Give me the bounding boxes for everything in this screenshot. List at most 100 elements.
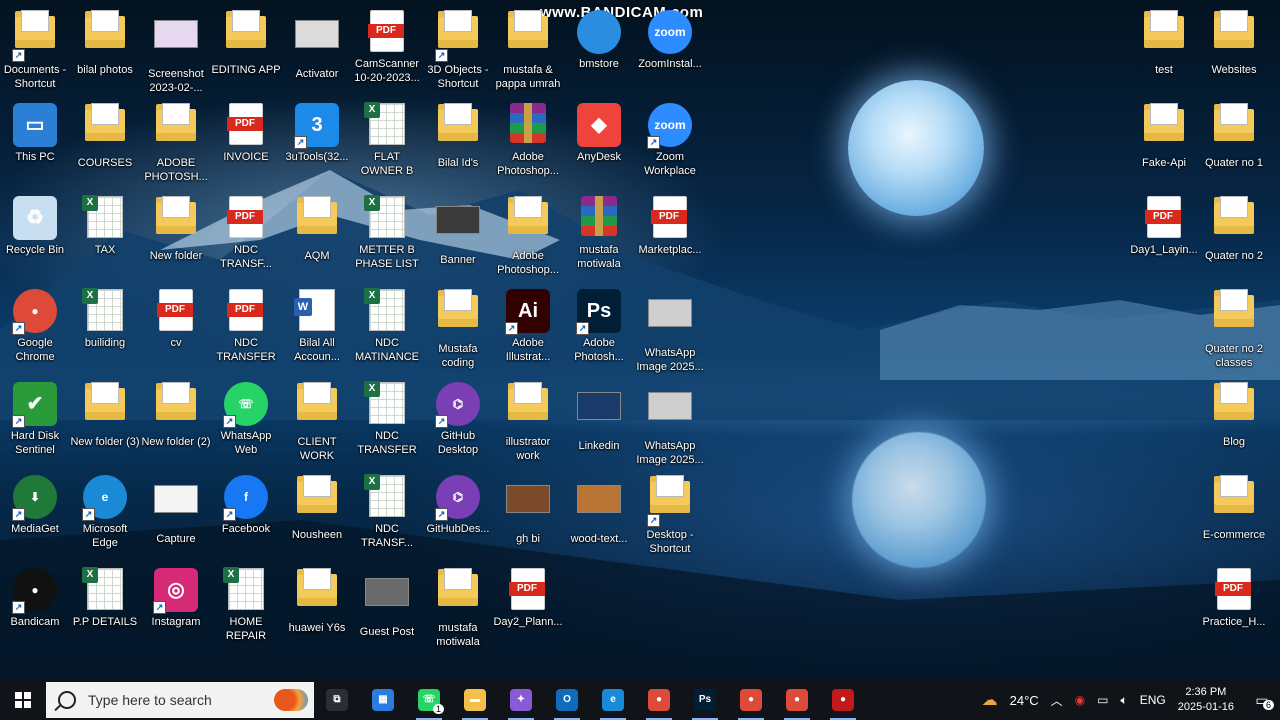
taskbar-app-chrome-profile-2[interactable]: ● bbox=[774, 680, 820, 720]
desktop-icon-ndc-transfer[interactable]: PDF NDC TRANSFER bbox=[211, 285, 281, 378]
desktop-icon-flat-owner-b-phase[interactable]: XFLAT OWNER B PHASE bbox=[352, 99, 422, 192]
desktop-icon-whatsapp-web[interactable]: ☏ ↗ WhatsApp Web bbox=[211, 378, 281, 471]
desktop-icon-3d-objects-shortcut[interactable]: ↗ 3D Objects - Shortcut bbox=[423, 6, 493, 99]
desktop-icon-editing-app[interactable]: EDITING APP bbox=[211, 6, 281, 99]
desktop-icon-courses[interactable]: COURSES bbox=[70, 99, 140, 192]
desktop-icon-hard-disk-sentinel[interactable]: ✔ ↗ Hard Disk Sentinel bbox=[0, 378, 70, 471]
desktop-icon-adobe-photoshop[interactable]: Adobe Photoshop... bbox=[493, 99, 563, 192]
desktop-icon-tax[interactable]: X TAX bbox=[70, 192, 140, 285]
desktop-icon-day2-plann[interactable]: PDF Day2_Plann... bbox=[493, 564, 563, 657]
notification-center-button[interactable]: ▭ 6 bbox=[1244, 692, 1280, 710]
desktop-icon-huawei-y6s[interactable]: huawei Y6s bbox=[282, 564, 352, 657]
desktop-icon-gh-bi[interactable]: gh bi bbox=[493, 471, 563, 564]
weather-temperature[interactable]: 24°C bbox=[1010, 693, 1039, 708]
desktop-icon-ndc-matinance[interactable]: X NDC MATINANCE bbox=[352, 285, 422, 378]
desktop-icon-client-work[interactable]: CLIENT WORK bbox=[282, 378, 352, 471]
desktop-icon-bilal-photos[interactable]: bilal photos bbox=[70, 6, 140, 99]
desktop-icon-mustafa-motiwala[interactable]: mustafa motiwala bbox=[423, 564, 493, 657]
desktop-icon-mustafa-pappa-umrah[interactable]: mustafa & pappa umrah bbox=[493, 6, 563, 99]
taskbar-app-copilot[interactable]: ✦ bbox=[498, 680, 544, 720]
desktop-icon-new-folder-2[interactable]: New folder (2) bbox=[141, 378, 211, 471]
desktop-icon-desktop-shortcut[interactable]: ↗ Desktop - Shortcut bbox=[635, 471, 705, 564]
desktop-icon-whatsapp-image-2025[interactable]: WhatsApp Image 2025... bbox=[635, 378, 705, 471]
taskbar-app-chrome-profile-1[interactable]: ● bbox=[728, 680, 774, 720]
start-button[interactable] bbox=[0, 680, 46, 720]
desktop-icon-p-p-details[interactable]: X P.P DETAILS bbox=[70, 564, 140, 657]
desktop-icon-new-folder-3[interactable]: New folder (3) bbox=[70, 378, 140, 471]
desktop-icon-e-commerce[interactable]: E-commerce bbox=[1199, 471, 1269, 564]
desktop-icon-ndc-transfer[interactable]: X NDC TRANSFER bbox=[352, 378, 422, 471]
desktop-icon-adobe-photosh[interactable]: Ps ↗ Adobe Photosh... bbox=[564, 285, 634, 378]
desktop-icon-ndc-transf[interactable]: PDF NDC TRANSF... bbox=[211, 192, 281, 285]
desktop-icon-ndc-transf[interactable]: X NDC TRANSF... bbox=[352, 471, 422, 564]
taskbar-app-task-view[interactable]: ⧉ bbox=[314, 680, 360, 720]
taskbar-app-microsoft-store[interactable]: ▦ bbox=[360, 680, 406, 720]
desktop-icon-quater-no-2-classes[interactable]: Quater no 2 classes bbox=[1199, 285, 1269, 378]
desktop-icon-banner[interactable]: Banner bbox=[423, 192, 493, 285]
desktop-icon-test[interactable]: test bbox=[1129, 6, 1199, 99]
taskbar-app-file-explorer[interactable]: ▬ bbox=[452, 680, 498, 720]
desktop-icon-nousheen[interactable]: Nousheen bbox=[282, 471, 352, 564]
desktop-icon-documents-shortcut[interactable]: ↗ Documents - Shortcut bbox=[0, 6, 70, 99]
desktop-icon-bandicam[interactable]: ● ↗ Bandicam bbox=[0, 564, 70, 657]
desktop-icon-illustrator-work[interactable]: illustrator work bbox=[493, 378, 563, 471]
desktop-icon-mediaget[interactable]: ⬇ ↗ MediaGet bbox=[0, 471, 70, 564]
show-hidden-icons-chevron-icon[interactable]: ︿ bbox=[1051, 692, 1063, 709]
desktop-icon-websites[interactable]: Websites bbox=[1199, 6, 1269, 99]
desktop-icon-bilal-all-accoun[interactable]: W Bilal All Accoun... bbox=[282, 285, 352, 378]
desktop-icon-wood-text[interactable]: wood-text... bbox=[564, 471, 634, 564]
desktop-icon-capture[interactable]: Capture bbox=[141, 471, 211, 564]
desktop-icon-mustafa-coding[interactable]: Mustafa coding bbox=[423, 285, 493, 378]
desktop-icon-activator[interactable]: Activator bbox=[282, 6, 352, 99]
desktop-icon-bilal-id-s[interactable]: Bilal Id's bbox=[423, 99, 493, 192]
taskbar-app-edge[interactable]: e bbox=[590, 680, 636, 720]
desktop-icon-anydesk[interactable]: ◆ AnyDesk bbox=[564, 99, 634, 192]
clock[interactable]: 2:36 PM 2025-01-16 bbox=[1178, 685, 1234, 715]
desktop-icon-home-repair[interactable]: X HOME REPAIR bbox=[211, 564, 281, 657]
desktop-icon-quater-no-1[interactable]: Quater no 1 bbox=[1199, 99, 1269, 192]
desktop-icon-adobe-photosh[interactable]: ADOBE PHOTOSH... bbox=[141, 99, 211, 192]
desktop-icon-google-chrome[interactable]: ● ↗ Google Chrome bbox=[0, 285, 70, 378]
desktop-icon-aqm[interactable]: AQM bbox=[282, 192, 352, 285]
desktop-icon-whatsapp-image-2025[interactable]: WhatsApp Image 2025... bbox=[635, 285, 705, 378]
taskbar-app-bandicam[interactable]: ● bbox=[820, 680, 866, 720]
desktop-icon-adobe-photoshop[interactable]: Adobe Photoshop... bbox=[493, 192, 563, 285]
desktop-icon-zoom-workplace[interactable]: zoom ↗ Zoom Workplace bbox=[635, 99, 705, 192]
desktop-icon-bmstore[interactable]: bmstore bbox=[564, 6, 634, 99]
desktop-icon-metter-b-phase-list[interactable]: X METTER B PHASE LIST bbox=[352, 192, 422, 285]
desktop-icon-fake-api[interactable]: Fake-Api bbox=[1129, 99, 1199, 192]
record-indicator-icon[interactable]: ◉ bbox=[1075, 693, 1085, 707]
desktop-icon-blog[interactable]: Blog bbox=[1199, 378, 1269, 471]
desktop-icon-camscanner-10-20-2023[interactable]: PDF CamScanner 10-20-2023... bbox=[352, 6, 422, 99]
desktop-icon-quater-no-2[interactable]: Quater no 2 bbox=[1199, 192, 1269, 285]
desktop-icon-screenshot-2023-02[interactable]: Screenshot 2023-02-... bbox=[141, 6, 211, 99]
desktop-icon-github-desktop[interactable]: ⌬ ↗ GitHub Desktop bbox=[423, 378, 493, 471]
desktop-icon-cv[interactable]: PDF cv bbox=[141, 285, 211, 378]
desktop-icon-this-pc[interactable]: ▭ This PC bbox=[0, 99, 70, 192]
language-indicator[interactable]: ENG bbox=[1140, 693, 1166, 707]
desktop-icon-microsoft-edge[interactable]: e ↗ Microsoft Edge bbox=[70, 471, 140, 564]
taskbar-search-box[interactable]: Type here to search bbox=[46, 682, 314, 718]
weather-icon[interactable]: ☁ bbox=[982, 690, 998, 710]
desktop-icon-guest-post[interactable]: Guest Post bbox=[352, 564, 422, 657]
desktop-icon-githubdes[interactable]: ⌬ ↗ GitHubDes... bbox=[423, 471, 493, 564]
taskbar-app-outlook[interactable]: O bbox=[544, 680, 590, 720]
desktop-icon-new-folder[interactable]: New folder bbox=[141, 192, 211, 285]
desktop-icon-3utools-32[interactable]: 3 ↗ 3uTools(32... bbox=[282, 99, 352, 192]
desktop-icon-practice-h[interactable]: PDF Practice_H... bbox=[1199, 564, 1269, 657]
desktop-icon-recycle-bin[interactable]: ♻ Recycle Bin bbox=[0, 192, 70, 285]
desktop-icon-zoominstal[interactable]: zoom ZoomInstal... bbox=[635, 6, 705, 99]
desktop-icon-marketplac[interactable]: PDF Marketplac... bbox=[635, 192, 705, 285]
desktop-icon-mustafa-motiwala[interactable]: mustafa motiwala bbox=[564, 192, 634, 285]
desktop-icon-instagram[interactable]: ◎ ↗ Instagram bbox=[141, 564, 211, 657]
desktop-icon-day1-layin[interactable]: PDF Day1_Layin... bbox=[1129, 192, 1199, 285]
desktop-icon-linkedin[interactable]: Linkedin bbox=[564, 378, 634, 471]
battery-icon[interactable]: ▭ bbox=[1097, 693, 1108, 707]
desktop-icon-invoice[interactable]: PDF INVOICE bbox=[211, 99, 281, 192]
desktop-icon-adobe-illustrat[interactable]: Ai ↗ Adobe Illustrat... bbox=[493, 285, 563, 378]
desktop-icon-builiding[interactable]: Xbuiliding bbox=[70, 285, 140, 378]
taskbar-app-whatsapp[interactable]: ☏ 1 bbox=[406, 680, 452, 720]
desktop-icon-facebook[interactable]: f ↗ Facebook bbox=[211, 471, 281, 564]
taskbar-app-chrome[interactable]: ● bbox=[636, 680, 682, 720]
taskbar-app-photoshop[interactable]: Ps bbox=[682, 680, 728, 720]
